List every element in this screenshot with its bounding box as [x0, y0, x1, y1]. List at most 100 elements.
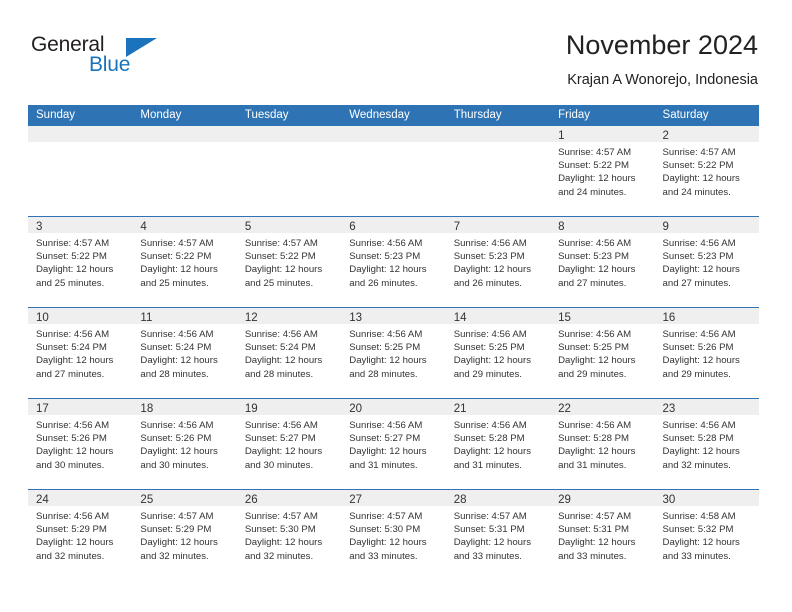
calendar-week-row: 1 Sunrise: 4:57 AM Sunset: 5:22 PM Daylight… [28, 126, 759, 216]
day-details: Sunrise: 4:56 AM Sunset: 5:26 PM Daylight:… [132, 415, 236, 472]
sunrise-time: Sunrise: 4:56 AM [349, 238, 423, 249]
day-number-banner: 1 [550, 126, 655, 142]
day-details: Sunrise: 4:56 AM Sunset: 5:26 PM Daylight:… [655, 324, 759, 381]
weekday-header-thursday: Thursday [453, 109, 502, 121]
day-number: 28 [453, 494, 467, 506]
day-cell-empty [236, 126, 342, 216]
day-cell[interactable]: 17 Sunrise: 4:56 AM Sunset: 5:26 PM Dayligh… [28, 399, 133, 489]
day-number: 30 [662, 494, 676, 506]
day-cell[interactable]: 22 Sunrise: 4:56 AM Sunset: 5:28 PM Dayligh… [550, 399, 655, 489]
day-cell[interactable]: 6 Sunrise: 4:56 AM Sunset: 5:23 PM Daylight… [341, 217, 446, 307]
daylight-duration-line1: Daylight: 12 hours [244, 264, 323, 276]
sunset-time: Sunset: 5:27 PM [244, 433, 316, 445]
day-cell[interactable]: 26 Sunrise: 4:57 AM Sunset: 5:30 PM Dayligh… [236, 490, 342, 580]
day-cell[interactable]: 3 Sunrise: 4:57 AM Sunset: 5:22 PM Daylight… [28, 217, 133, 307]
daylight-duration-line1: Daylight: 12 hours [453, 446, 532, 458]
day-number-banner [341, 126, 446, 142]
calendar-page: General Blue November 2024 Krajan A Wono… [0, 0, 792, 612]
sunrise-time: Sunrise: 4:56 AM [453, 329, 527, 340]
sunrise-time: Sunrise: 4:56 AM [36, 329, 110, 340]
day-number: 25 [140, 494, 154, 506]
calendar-week-row: 10 Sunrise: 4:56 AM Sunset: 5:24 PM Dayligh… [28, 307, 759, 398]
day-details: Sunrise: 4:56 AM Sunset: 5:25 PM Daylight:… [341, 324, 445, 381]
daylight-duration-line2: and 27 minutes. [662, 277, 731, 289]
daylight-duration-line2: and 29 minutes. [662, 368, 731, 380]
day-details: Sunrise: 4:56 AM Sunset: 5:25 PM Daylight:… [550, 324, 654, 381]
day-cell[interactable]: 29 Sunrise: 4:57 AM Sunset: 5:31 PM Dayligh… [550, 490, 655, 580]
day-cell-empty [341, 126, 446, 216]
day-number: 22 [558, 403, 571, 415]
day-number: 29 [558, 494, 571, 506]
day-number-banner: 9 [654, 217, 759, 233]
day-details: Sunrise: 4:56 AM Sunset: 5:23 PM Daylight:… [341, 233, 445, 290]
sunset-time: Sunset: 5:25 PM [453, 342, 525, 354]
weekday-header-sunday: Sunday [36, 109, 76, 121]
sunset-time: Sunset: 5:30 PM [349, 524, 421, 536]
day-cell[interactable]: 16 Sunrise: 4:56 AM Sunset: 5:26 PM Dayligh… [654, 308, 759, 398]
day-number: 8 [558, 221, 565, 233]
sunset-time: Sunset: 5:22 PM [558, 160, 630, 172]
day-cell[interactable]: 14 Sunrise: 4:56 AM Sunset: 5:25 PM Dayligh… [445, 308, 551, 398]
day-details: Sunrise: 4:56 AM Sunset: 5:24 PM Daylight:… [132, 324, 236, 381]
weekday-header-row: Sunday Monday Tuesday Wednesday Thursday Frid… [28, 105, 759, 126]
day-cell[interactable]: 28 Sunrise: 4:57 AM Sunset: 5:31 PM Dayligh… [445, 490, 551, 580]
day-number-banner: 25 [132, 490, 237, 506]
day-cell[interactable]: 11 Sunrise: 4:56 AM Sunset: 5:24 PM Dayligh… [132, 308, 237, 398]
day-cell-empty [445, 126, 551, 216]
day-cell[interactable]: 27 Sunrise: 4:57 AM Sunset: 5:30 PM Dayligh… [341, 490, 446, 580]
day-details: Sunrise: 4:56 AM Sunset: 5:26 PM Daylight:… [28, 415, 132, 472]
calendar-week-row: 3 Sunrise: 4:57 AM Sunset: 5:22 PM Daylight… [28, 216, 759, 307]
sunrise-time: Sunrise: 4:56 AM [662, 329, 736, 340]
sunset-time: Sunset: 5:28 PM [558, 433, 630, 445]
sunset-time: Sunset: 5:22 PM [244, 251, 316, 263]
daylight-duration-line1: Daylight: 12 hours [662, 264, 740, 276]
daylight-duration-line1: Daylight: 12 hours [662, 446, 740, 458]
page-header: General Blue November 2024 Krajan A Wono… [0, 0, 792, 104]
day-cell[interactable]: 4 Sunrise: 4:57 AM Sunset: 5:22 PM Daylight… [132, 217, 237, 307]
general-blue-logo[interactable]: General Blue [31, 33, 161, 81]
day-cell[interactable]: 30 Sunrise: 4:58 AM Sunset: 5:32 PM Dayligh… [654, 490, 759, 580]
day-number-banner [28, 126, 133, 142]
day-number-banner: 8 [550, 217, 655, 233]
daylight-duration-line2: and 26 minutes. [453, 277, 522, 289]
daylight-duration-line1: Daylight: 12 hours [349, 264, 427, 276]
day-cell[interactable]: 23 Sunrise: 4:56 AM Sunset: 5:28 PM Dayligh… [654, 399, 759, 489]
day-cell[interactable]: 1 Sunrise: 4:57 AM Sunset: 5:22 PM Daylight… [550, 126, 655, 216]
day-details: Sunrise: 4:56 AM Sunset: 5:25 PM Daylight:… [446, 324, 550, 381]
sunset-time: Sunset: 5:31 PM [453, 524, 525, 536]
daylight-duration-line2: and 32 minutes. [140, 550, 209, 562]
day-cell[interactable]: 20 Sunrise: 4:56 AM Sunset: 5:27 PM Dayligh… [341, 399, 446, 489]
triangle-logo-icon [126, 38, 157, 57]
day-number: 10 [36, 312, 49, 324]
daylight-duration-line1: Daylight: 12 hours [349, 446, 427, 458]
day-number: 3 [36, 221, 43, 233]
day-cell[interactable]: 5 Sunrise: 4:57 AM Sunset: 5:22 PM Daylight… [236, 217, 342, 307]
day-cell[interactable]: 8 Sunrise: 4:56 AM Sunset: 5:23 PM Daylight… [550, 217, 655, 307]
day-number: 2 [662, 130, 669, 142]
day-number: 14 [453, 312, 467, 324]
day-cell[interactable]: 12 Sunrise: 4:56 AM Sunset: 5:24 PM Dayligh… [236, 308, 342, 398]
day-details: Sunrise: 4:57 AM Sunset: 5:22 PM Daylight:… [550, 142, 654, 199]
day-cell[interactable]: 18 Sunrise: 4:56 AM Sunset: 5:26 PM Dayligh… [132, 399, 237, 489]
day-cell[interactable]: 7 Sunrise: 4:56 AM Sunset: 5:23 PM Daylight… [445, 217, 551, 307]
day-number: 17 [36, 403, 49, 415]
day-cell[interactable]: 15 Sunrise: 4:56 AM Sunset: 5:25 PM Dayligh… [550, 308, 655, 398]
sunrise-time: Sunrise: 4:56 AM [453, 420, 527, 431]
day-cell[interactable]: 25 Sunrise: 4:57 AM Sunset: 5:29 PM Dayligh… [132, 490, 237, 580]
day-cell[interactable]: 2 Sunrise: 4:57 AM Sunset: 5:22 PM Daylight… [654, 126, 759, 216]
day-cell[interactable]: 19 Sunrise: 4:56 AM Sunset: 5:27 PM Dayligh… [236, 399, 342, 489]
day-cell[interactable]: 10 Sunrise: 4:56 AM Sunset: 5:24 PM Dayligh… [28, 308, 133, 398]
daylight-duration-line1: Daylight: 12 hours [244, 355, 323, 367]
day-cell[interactable]: 21 Sunrise: 4:56 AM Sunset: 5:28 PM Dayligh… [445, 399, 551, 489]
day-cell[interactable]: 13 Sunrise: 4:56 AM Sunset: 5:25 PM Dayligh… [341, 308, 446, 398]
day-cell[interactable]: 9 Sunrise: 4:56 AM Sunset: 5:23 PM Daylight… [654, 217, 759, 307]
day-number: 13 [349, 312, 363, 324]
day-number: 23 [662, 403, 676, 415]
day-cell[interactable]: 24 Sunrise: 4:56 AM Sunset: 5:29 PM Dayligh… [28, 490, 133, 580]
day-details: Sunrise: 4:57 AM Sunset: 5:22 PM Daylight:… [132, 233, 236, 290]
daylight-duration-line1: Daylight: 12 hours [140, 264, 218, 276]
sunset-time: Sunset: 5:23 PM [662, 251, 734, 263]
day-details: Sunrise: 4:57 AM Sunset: 5:31 PM Daylight:… [550, 506, 654, 563]
daylight-duration-line2: and 31 minutes. [349, 459, 418, 471]
sunrise-time: Sunrise: 4:57 AM [140, 511, 214, 522]
